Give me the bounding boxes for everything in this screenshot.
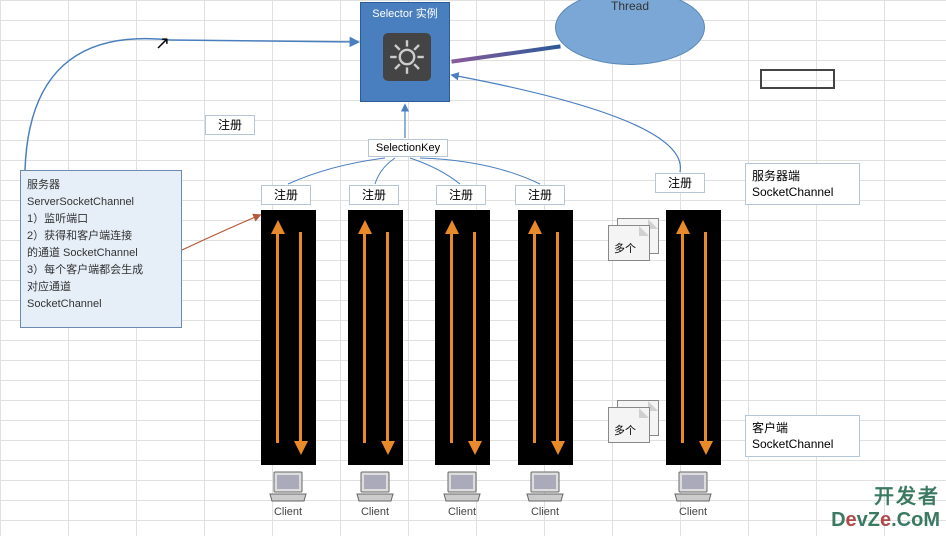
channel-1 [261,210,316,465]
channel-2 [348,210,403,465]
channel-3 [435,210,490,465]
selection-key-box: SelectionKey [368,139,448,157]
laptop-icon [442,470,482,504]
cursor-icon: ↖ [155,33,170,54]
channel-5 [666,210,721,465]
client-5: Client [667,470,719,518]
gear-icon [383,33,431,81]
client-2: Client [349,470,401,518]
selector-instance: Selector 实例 [360,2,450,102]
laptop-icon [673,470,713,504]
multiple-pages-top: 多个 [608,218,661,261]
selector-title: Selector 实例 [361,3,449,21]
thread-ellipse: Thread [555,0,705,65]
client-1: Client [262,470,314,518]
thread-connector [451,44,560,63]
client-3: Client [436,470,488,518]
laptop-icon [268,470,308,504]
watermark: 开发者 DevZe.CoM [831,480,940,532]
laptop-icon [355,470,395,504]
selected-cell[interactable] [760,69,835,89]
register-label-3: 注册 [436,185,486,205]
server-side-caption: 服务器端 SocketChannel [745,163,860,205]
client-side-caption: 客户端 SocketChannel [745,415,860,457]
register-label-4: 注册 [515,185,565,205]
client-4: Client [519,470,571,518]
laptop-icon [525,470,565,504]
register-label-top: 注册 [205,115,255,135]
register-label-5: 注册 [655,173,705,193]
register-label-2: 注册 [349,185,399,205]
channel-4 [518,210,573,465]
server-description: 服务器 ServerSocketChannel 1）监听端口 2）获得和客户端连… [20,170,182,328]
register-label-1: 注册 [261,185,311,205]
multiple-pages-bottom: 多个 [608,400,661,443]
